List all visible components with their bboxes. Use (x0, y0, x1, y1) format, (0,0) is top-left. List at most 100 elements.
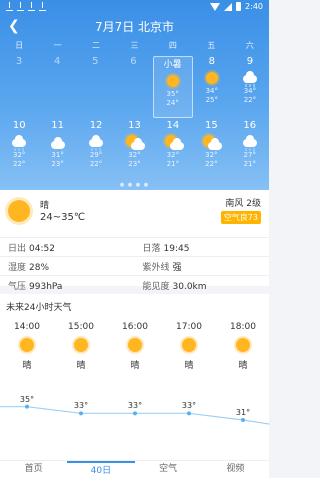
hour-temp: 33° (127, 401, 143, 411)
detail-label: 日落 (142, 243, 161, 254)
calendar-day[interactable]: 8 34° 25° (193, 56, 231, 118)
temp-curve (0, 404, 269, 425)
hour-temp: 33° (181, 401, 197, 411)
calendar-week-2: 10 32° 22° 11 31° 23° 12 29° 22° 13 32° 23° 14 32° 21°… (0, 120, 269, 182)
high-temp: 32° (13, 151, 26, 159)
detail-row: 日出 04:52 日落 19:45 (0, 237, 269, 256)
low-temp: 21° (166, 160, 180, 168)
weekday-header: 日 一 二 三 四 五 六 (0, 40, 269, 52)
detail-item: 气压 993hPa (0, 279, 135, 292)
high-temp: 34° (205, 87, 218, 95)
detail-value: 19:45 (163, 243, 190, 254)
day-number: 15 (204, 120, 218, 131)
hour-item: 16:00 晴 33° (108, 322, 162, 410)
aqi-badge[interactable]: 空气良73 (220, 211, 261, 224)
detail-item: 能见度 30.0km (135, 279, 270, 292)
hour-item: 17:00 晴 33° (162, 322, 216, 410)
sun-cloud-icon (122, 133, 146, 151)
detail-label: 紫外线 (142, 262, 170, 273)
tab-bar: 首页 40日 空气 视频 (0, 460, 269, 478)
page-indicator: ● ● ● ● (119, 182, 150, 188)
download-icon (6, 2, 13, 11)
page-title: 7月7日 北京市 (94, 20, 175, 34)
weekday-label: 五 (207, 41, 216, 50)
tab-40-day[interactable]: 40日 (67, 461, 135, 478)
battery-icon (236, 2, 242, 11)
hour-time: 14:00 (14, 322, 40, 332)
detail-row: 湿度 28% 紫外线强 (0, 256, 269, 275)
download-icon (28, 2, 35, 11)
sun-cloud-icon (161, 133, 185, 151)
calendar-day[interactable]: 6 (114, 56, 152, 118)
day-number: 9 (246, 56, 254, 67)
detail-value: 30.0km (172, 281, 207, 292)
hour-condition: 晴 (76, 361, 86, 371)
detail-label: 气压 (8, 281, 27, 292)
detail-item: 紫外线强 (135, 260, 270, 273)
signal-icon (224, 2, 233, 11)
rain-icon (84, 133, 108, 151)
calendar-day[interactable]: 11 31° 23° (38, 120, 76, 182)
hour-time: 16:00 (122, 322, 148, 332)
weekday-label: 四 (168, 41, 177, 50)
calendar-day[interactable]: 15 32° 22° (192, 120, 230, 182)
day-number: 6 (130, 56, 137, 67)
hour-item: 15:00 晴 33° (54, 322, 108, 410)
calendar-day[interactable]: 3 (0, 56, 38, 118)
sun-icon (161, 72, 185, 90)
temp-point (133, 411, 137, 416)
temp-point (25, 404, 29, 409)
hour-temp: 33° (73, 401, 89, 411)
high-temp: 32° (205, 151, 218, 159)
cloud-icon (46, 133, 70, 151)
calendar-day[interactable]: 5 (76, 56, 114, 118)
details-grid: 日出 04:52 日落 19:45 湿度 28% 紫外线强气压 993hPa 能见度 30.0km (0, 237, 269, 294)
detail-item: 湿度 28% (0, 260, 135, 273)
high-temp: 29° (89, 151, 103, 159)
low-temp: 22° (89, 160, 103, 168)
hour-temp: 31° (235, 408, 251, 417)
calendar-week-1: 3 4 5 6 小暑 35° 24° 8 34° 25° 9 34° 22° (0, 56, 269, 118)
temp-point (187, 411, 191, 416)
temp-point (241, 418, 245, 422)
calendar-day[interactable]: 13 32° 23° (115, 120, 153, 182)
hour-condition: 晴 (184, 361, 194, 371)
nav-bar: ❮ 7月7日 北京市 (0, 14, 269, 38)
sun-icon (74, 338, 88, 352)
hour-condition: 晴 (130, 361, 140, 371)
wifi-icon (210, 2, 221, 11)
detail-item: 日出 04:52 (0, 241, 135, 254)
calendar-day[interactable]: 9 34° 22° (231, 56, 269, 118)
calendar-day[interactable]: 小暑 35° 24° (152, 56, 193, 118)
temp-point (79, 411, 83, 416)
low-temp: 22° (13, 160, 26, 168)
tab-home[interactable]: 首页 (0, 461, 67, 478)
calendar-day[interactable]: 12 29° 22° (77, 120, 115, 182)
detail-item: 日落 19:45 (135, 241, 270, 254)
day-number: 3 (15, 56, 23, 67)
day-number: 14 (166, 120, 180, 131)
detail-value: 993hPa (29, 281, 63, 292)
hour-condition: 晴 (238, 361, 248, 371)
low-temp: 25° (205, 96, 218, 104)
high-temp: 31° (51, 151, 64, 159)
hour-item: 14:00 晴 35° (0, 322, 54, 404)
calendar-day[interactable]: 10 32° 22° (0, 120, 38, 182)
high-temp: 34° (243, 87, 257, 95)
low-temp: 22° (243, 96, 257, 104)
rain-icon (238, 133, 262, 151)
calendar-day[interactable]: 14 32° 21° (154, 120, 192, 182)
detail-label: 湿度 (8, 262, 27, 273)
tab-video[interactable]: 视频 (202, 461, 269, 478)
condition-text: 晴 (40, 201, 50, 211)
weekday-label: 日 (15, 41, 24, 50)
sun-icon (182, 338, 196, 352)
download-icon (17, 2, 24, 11)
calendar-day[interactable]: 4 (38, 56, 76, 118)
today-summary: 晴 24~35℃ 南风 2级 空气良73 日出 04:52 日落 19:45 湿度 28%… (0, 190, 269, 292)
day-number: 11 (51, 120, 64, 131)
wind-text: 南风 2级 (225, 199, 261, 209)
tab-air[interactable]: 空气 (135, 461, 202, 478)
calendar-day[interactable]: 16 27° 21° (231, 120, 269, 182)
high-temp: 32° (128, 151, 141, 159)
